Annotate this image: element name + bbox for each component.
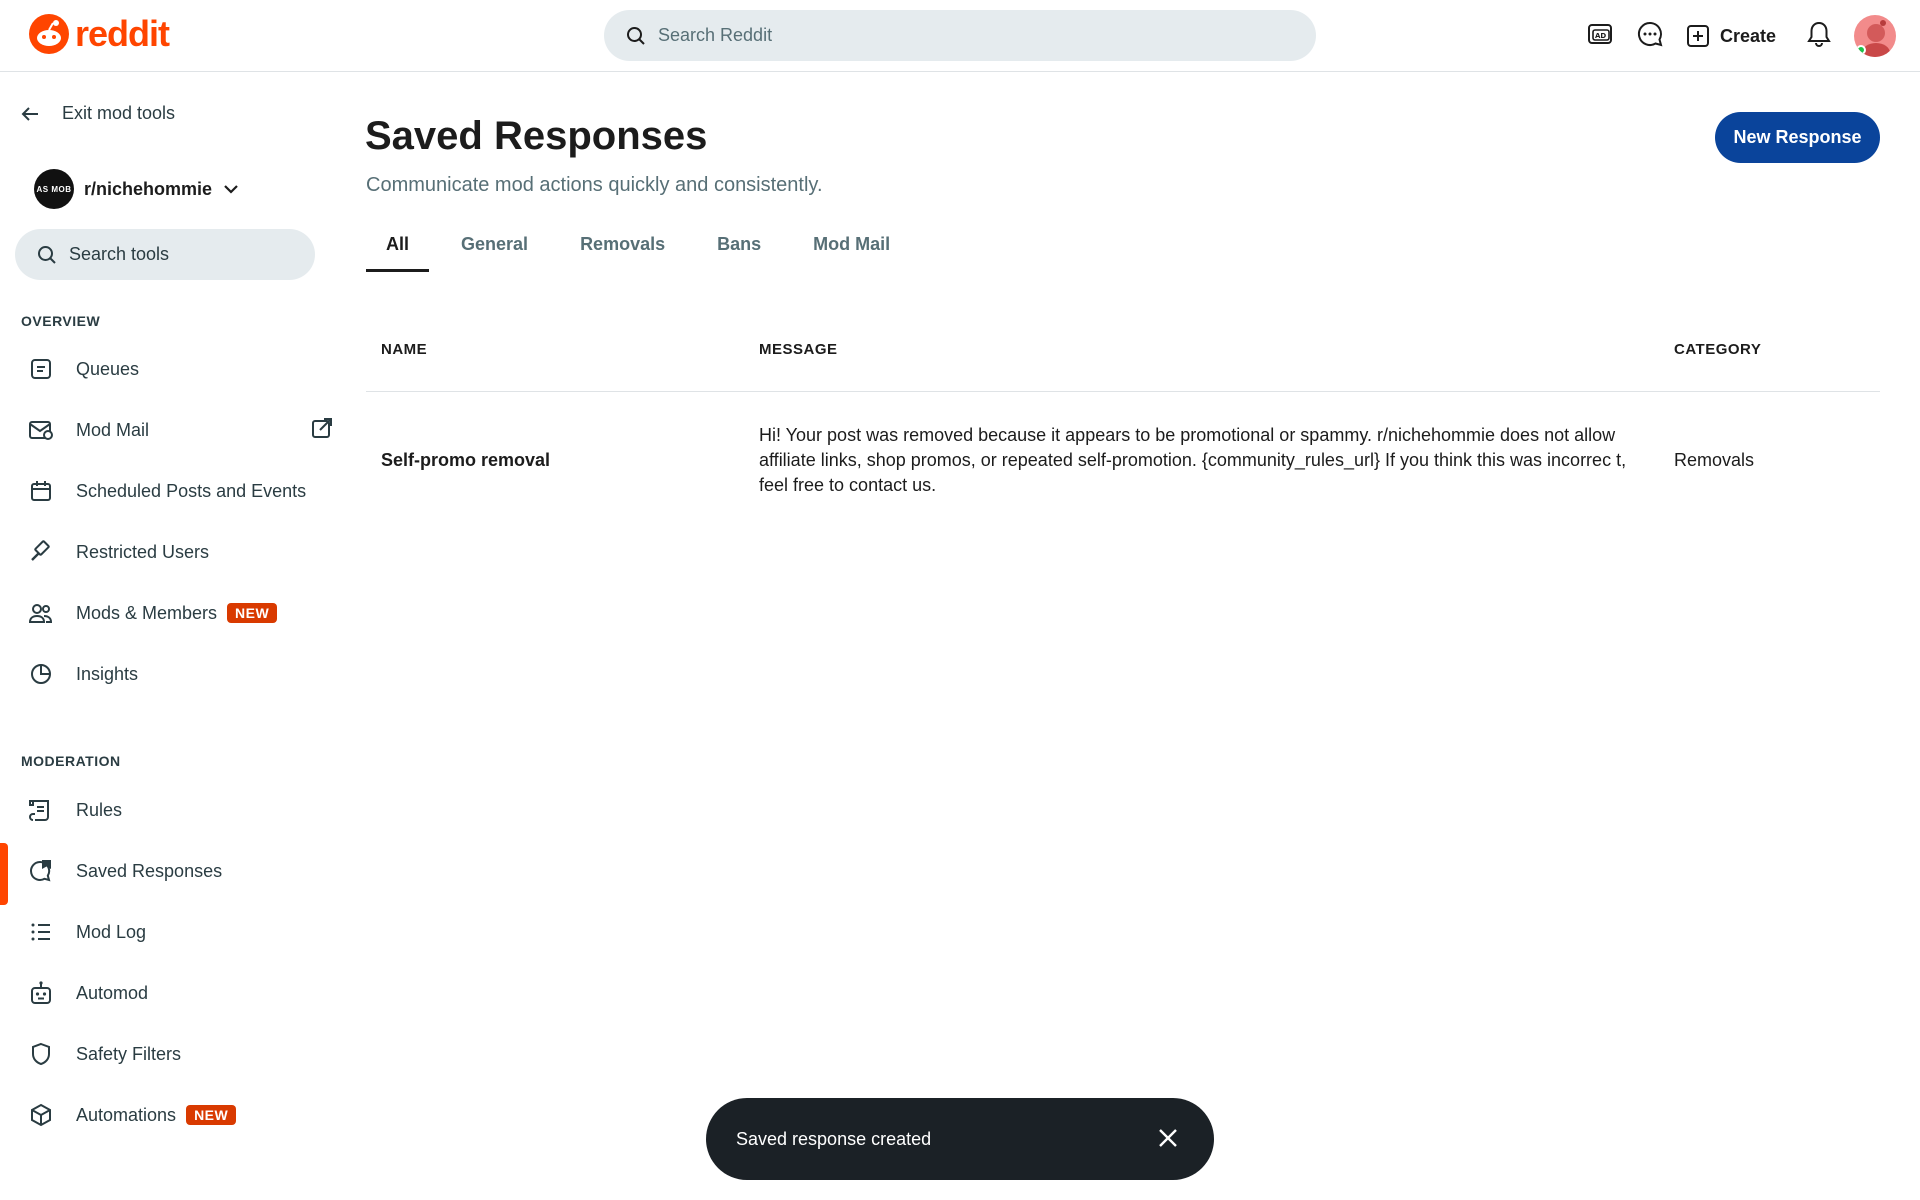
close-icon[interactable] <box>1156 1126 1180 1155</box>
sidebar-item-mod-log[interactable]: Mod Log <box>0 904 336 960</box>
sidebar-item-label: Automations <box>76 1104 177 1125</box>
chat-icon[interactable] <box>1636 20 1664 53</box>
response-category: Removals <box>1674 450 1755 470</box>
user-avatar[interactable] <box>1854 15 1896 57</box>
tab-mod-mail[interactable]: Mod Mail <box>793 226 910 270</box>
snoo-icon <box>29 14 69 54</box>
robot-icon <box>28 980 54 1006</box>
notification-bell-icon[interactable] <box>1806 20 1832 53</box>
search-reddit-input[interactable]: Search Reddit <box>604 10 1316 61</box>
overview-section-label: OVERVIEW <box>21 313 101 329</box>
chevron-down-icon <box>224 185 238 194</box>
category-tabs: All General Removals Bans Mod Mail <box>366 226 910 272</box>
tab-removals[interactable]: Removals <box>560 226 685 270</box>
logo-text: reddit <box>75 13 170 54</box>
search-tools-placeholder: Search tools <box>69 244 170 264</box>
advertise-icon[interactable]: AD <box>1586 21 1614 52</box>
new-badge: NEW <box>186 1105 237 1125</box>
create-label: Create <box>1719 25 1776 46</box>
sidebar-item-automod[interactable]: Automod <box>0 965 336 1021</box>
table-header: NAME MESSAGE CATEGORY <box>366 320 1880 392</box>
queue-icon <box>28 356 54 382</box>
toast-message: Saved response created <box>736 1128 932 1149</box>
sidebar-item-mods-members[interactable]: Mods & Members NEW <box>0 585 336 641</box>
tab-all[interactable]: All <box>366 226 430 272</box>
box-icon <box>28 1102 54 1128</box>
sidebar-item-label: Mod Log <box>76 921 147 942</box>
create-button[interactable]: Create <box>1686 24 1776 48</box>
pie-chart-icon <box>28 661 54 687</box>
tab-general[interactable]: General <box>441 226 548 270</box>
column-header-name: NAME <box>381 341 428 358</box>
list-icon <box>28 919 54 945</box>
mod-sidebar: Exit mod tools AS MOB r/nichehommie Sear… <box>0 73 336 1200</box>
exit-label: Exit mod tools <box>62 103 176 123</box>
header-actions: AD Create <box>1586 14 1896 58</box>
sidebar-item-restricted-users[interactable]: Restricted Users <box>0 524 336 580</box>
gavel-icon <box>28 539 54 565</box>
community-switcher[interactable]: AS MOB r/nichehommie <box>34 169 240 209</box>
tab-bans[interactable]: Bans <box>697 226 781 270</box>
column-header-message: MESSAGE <box>759 341 838 358</box>
plus-square-icon <box>1686 25 1709 47</box>
community-name: r/nichehommie <box>84 178 213 199</box>
sidebar-item-label: Safety Filters <box>76 1043 182 1064</box>
sidebar-item-insights[interactable]: Insights <box>0 646 336 702</box>
page-subtitle: Communicate mod actions quickly and cons… <box>366 174 823 196</box>
sidebar-item-label: Queues <box>76 358 140 379</box>
toast-notification: Saved response created <box>706 1098 1214 1180</box>
table-row[interactable]: Self-promo removal Hi! Your post was rem… <box>366 410 1880 510</box>
svg-text:AD: AD <box>1595 32 1606 40</box>
response-message: Hi! Your post was removed because it app… <box>759 425 1627 495</box>
sidebar-item-label: Scheduled Posts and Events <box>76 480 307 501</box>
sidebar-item-automations[interactable]: Automations NEW <box>0 1087 336 1143</box>
reddit-logo[interactable]: reddit <box>29 13 170 54</box>
saved-response-icon <box>28 858 54 884</box>
sidebar-item-label: Automod <box>76 982 149 1003</box>
sidebar-item-label: Rules <box>76 799 123 820</box>
users-icon <box>28 600 54 626</box>
exit-mod-tools-link[interactable]: Exit mod tools <box>20 103 175 124</box>
sidebar-item-rules[interactable]: Rules <box>0 782 336 838</box>
sidebar-item-mod-mail[interactable]: Mod Mail <box>0 402 336 458</box>
search-placeholder: Search Reddit <box>658 25 773 45</box>
sidebar-item-scheduled-posts[interactable]: Scheduled Posts and Events <box>0 463 336 519</box>
new-badge: NEW <box>227 603 278 623</box>
search-icon <box>38 245 56 264</box>
calendar-icon <box>28 478 54 504</box>
sidebar-item-label: Insights <box>76 663 139 684</box>
column-header-category: CATEGORY <box>1674 341 1762 358</box>
page-title: Saved Responses <box>365 114 708 158</box>
online-status-dot <box>1856 45 1866 55</box>
sidebar-item-label: Mods & Members <box>76 602 218 623</box>
sidebar-item-saved-responses[interactable]: Saved Responses <box>0 843 336 905</box>
sidebar-item-label: Restricted Users <box>76 541 210 562</box>
rules-icon <box>28 797 54 823</box>
sidebar-item-label: Mod Mail <box>76 419 150 440</box>
new-response-button[interactable]: New Response <box>1715 112 1880 163</box>
community-avatar: AS MOB <box>34 169 74 209</box>
arrow-left-icon <box>21 106 38 121</box>
shield-icon <box>28 1041 54 1067</box>
sidebar-item-queues[interactable]: Queues <box>0 341 336 397</box>
top-header: reddit Search Reddit AD Create <box>0 0 1920 72</box>
search-icon <box>627 26 645 45</box>
mail-icon <box>28 417 54 443</box>
moderation-section-label: MODERATION <box>21 753 121 769</box>
response-name: Self-promo removal <box>381 450 551 470</box>
search-tools-input[interactable]: Search tools <box>15 229 315 280</box>
external-link-icon[interactable] <box>311 417 333 444</box>
sidebar-item-label: Saved Responses <box>76 860 223 881</box>
sidebar-item-safety-filters[interactable]: Safety Filters <box>0 1026 336 1082</box>
active-indicator <box>0 843 8 905</box>
